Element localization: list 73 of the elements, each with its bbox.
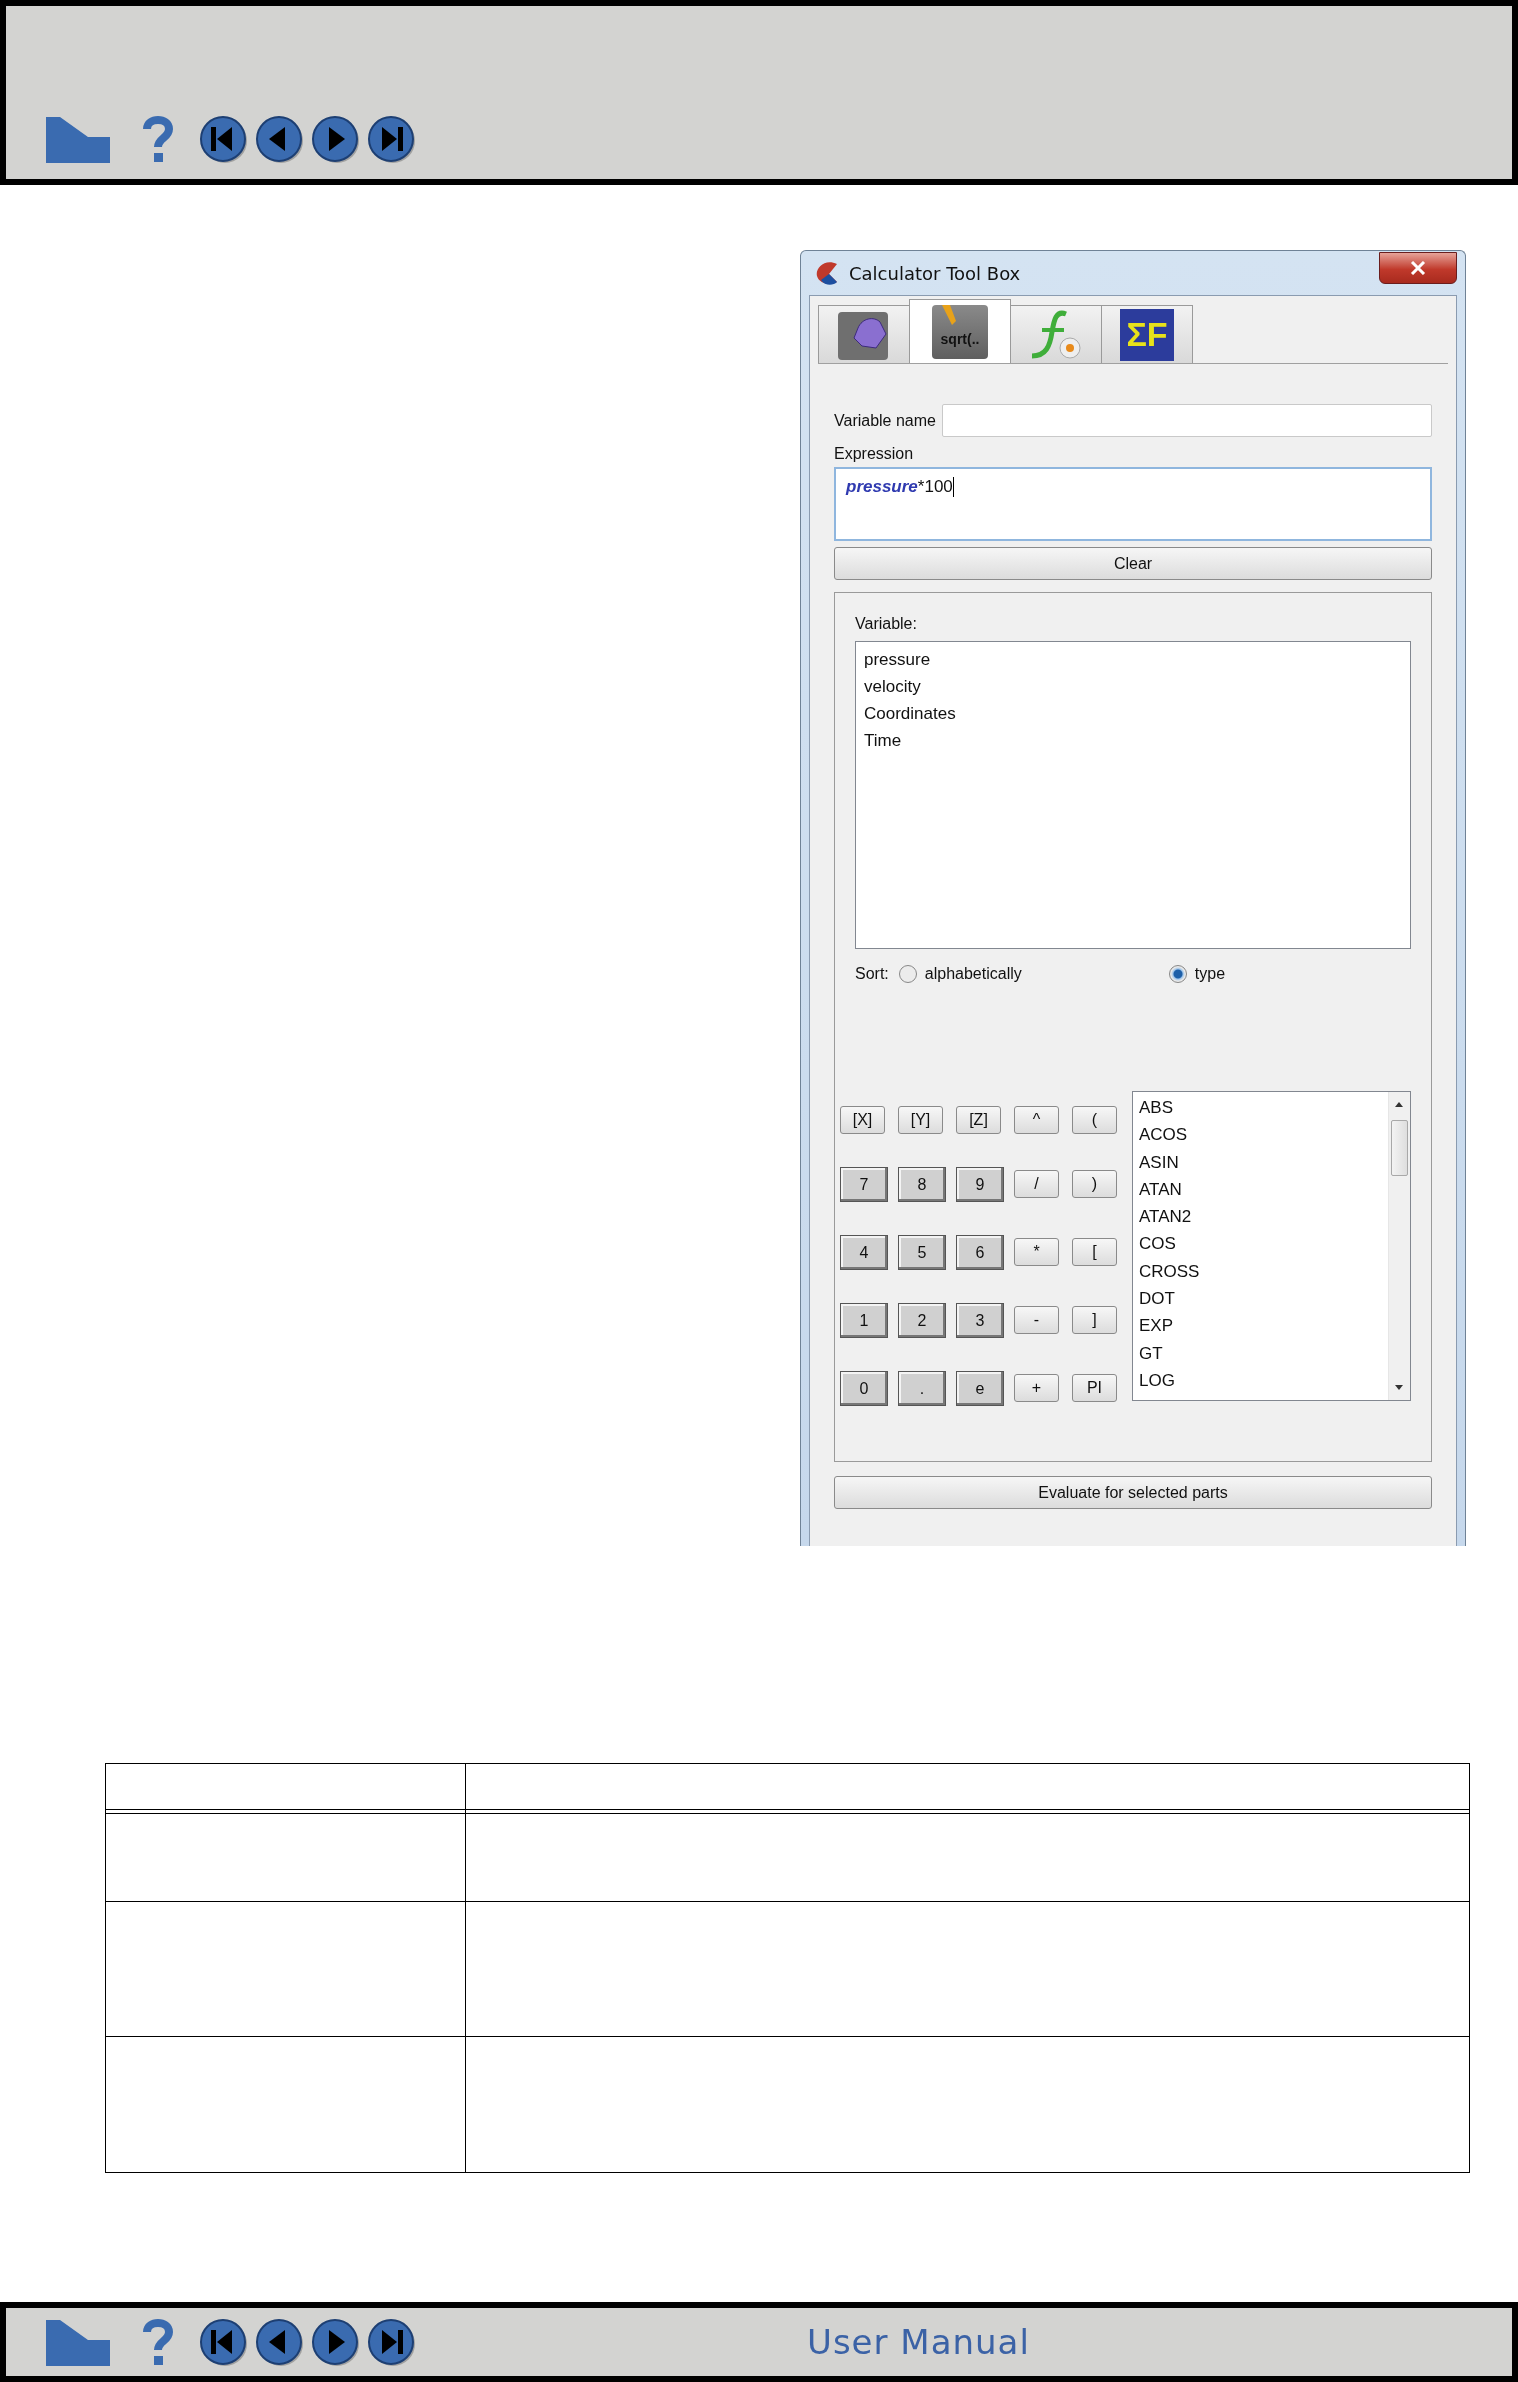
keypad-key[interactable]: PI [1072, 1374, 1117, 1402]
tab[interactable]: ΣF [1101, 305, 1193, 363]
footer-title: User Manual [807, 2322, 1030, 2362]
keypad-key[interactable]: [Z] [956, 1106, 1001, 1134]
next-page-icon[interactable] [310, 2316, 362, 2368]
keypad-key[interactable]: ^ [1014, 1106, 1059, 1134]
list-item[interactable]: velocity [864, 673, 1402, 700]
list-item[interactable]: Time [864, 727, 1402, 754]
field-label: Variable name [834, 411, 936, 430]
previous-page-icon[interactable] [254, 113, 306, 165]
keypad-key[interactable]: 1 [840, 1303, 888, 1338]
last-page-icon[interactable] [366, 113, 418, 165]
keypad-key[interactable]: 4 [840, 1235, 888, 1270]
tab[interactable] [818, 305, 910, 363]
list-item[interactable]: ABS [1139, 1094, 1382, 1122]
list-item[interactable]: GT [1139, 1339, 1382, 1367]
first-page-icon[interactable] [198, 113, 250, 165]
list-item[interactable]: CROSS [1139, 1257, 1382, 1286]
field-label: Expression [834, 445, 915, 463]
list-item[interactable]: ASIN [1139, 1148, 1382, 1176]
sort-label: Sort: [855, 965, 889, 983]
keypad-key[interactable]: * [1014, 1238, 1059, 1266]
keypad-key[interactable]: e [956, 1371, 1004, 1406]
keypad-key[interactable]: 7 [840, 1167, 888, 1202]
variable-name-field[interactable] [942, 404, 1432, 437]
window-title: Calculator Tool Box [849, 262, 1021, 284]
keypad-key[interactable]: 5 [898, 1235, 946, 1270]
keypad-key[interactable]: [X] [840, 1106, 885, 1134]
keypad-key[interactable]: / [1014, 1170, 1059, 1198]
close-button[interactable] [1379, 252, 1457, 284]
radio-label: type [1194, 965, 1226, 983]
previous-page-icon[interactable] [254, 2316, 306, 2368]
keypad-key[interactable]: [ [1072, 1238, 1117, 1266]
clear-button[interactable]: Clear [834, 547, 1432, 580]
expression-field[interactable]: pressure*100 [834, 467, 1432, 541]
close-icon [1410, 261, 1426, 275]
keypad-key[interactable]: ) [1072, 1170, 1117, 1198]
keypad-key[interactable]: 9 [956, 1167, 1004, 1202]
keypad-key[interactable]: 6 [956, 1235, 1004, 1270]
list-item[interactable]: ATAN [1139, 1175, 1382, 1204]
list-item[interactable]: LOG [1139, 1366, 1382, 1395]
list-item[interactable]: COS [1139, 1230, 1382, 1258]
list-item[interactable]: Coordinates [864, 700, 1402, 727]
keypad-key[interactable]: + [1014, 1374, 1059, 1402]
list-item[interactable]: ACOS [1139, 1121, 1382, 1149]
first-page-icon[interactable] [198, 2316, 250, 2368]
keypad-key[interactable]: ] [1072, 1306, 1117, 1334]
tab[interactable] [1010, 305, 1102, 363]
radio-button[interactable] [1168, 965, 1187, 983]
keypad-key[interactable]: 8 [898, 1167, 946, 1202]
last-page-icon[interactable] [366, 2316, 418, 2368]
keypad-key[interactable]: ( [1072, 1106, 1117, 1134]
list-item[interactable]: ATAN2 [1139, 1203, 1382, 1231]
keypad-key[interactable]: 2 [898, 1303, 946, 1338]
list-item[interactable]: DOT [1139, 1285, 1382, 1313]
keypad-key[interactable]: - [1014, 1306, 1059, 1334]
list-label: Variable: [855, 615, 918, 633]
radio-button[interactable] [898, 965, 917, 983]
next-page-icon[interactable] [310, 113, 362, 165]
keypad-key[interactable]: 0 [840, 1371, 888, 1406]
keypad-key[interactable]: . [898, 1371, 946, 1406]
keypad-key[interactable]: 3 [956, 1303, 1004, 1338]
scrollbar-thumb[interactable] [1391, 1120, 1408, 1176]
evaluate-button[interactable]: Evaluate for selected parts [834, 1476, 1432, 1509]
list-item[interactable]: EXP [1139, 1312, 1382, 1340]
keypad-key[interactable]: [Y] [898, 1106, 943, 1134]
sum-icon: ΣF [1120, 308, 1174, 361]
list-item[interactable]: pressure [864, 646, 1402, 673]
sqrt-icon: sqrt(.. [932, 304, 988, 359]
radio-label: alphabetically [924, 965, 1022, 983]
app-logo-icon [815, 260, 839, 286]
scrollbar[interactable] [1388, 1092, 1410, 1400]
tab[interactable]: sqrt(.. [909, 299, 1011, 363]
